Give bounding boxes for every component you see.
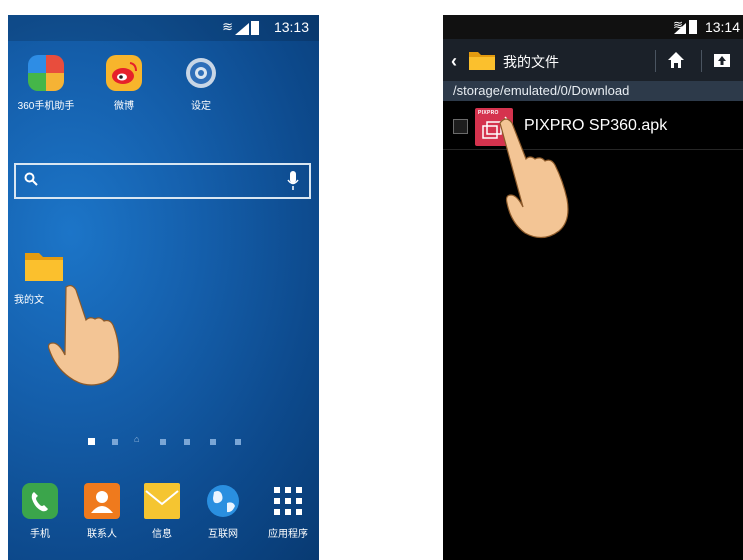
app-settings[interactable]: 设定: [171, 55, 231, 112]
app-label: 微博: [114, 101, 134, 112]
back-chevron-icon[interactable]: ‹: [451, 51, 457, 72]
app-label: 互联网: [208, 529, 238, 540]
page-dot[interactable]: [210, 439, 216, 445]
page-dot[interactable]: [160, 439, 166, 445]
dock-internet[interactable]: 互联网: [193, 483, 253, 540]
dock: 手机 联系人 信息 互联网 应用程序: [8, 477, 319, 560]
messages-icon: [144, 483, 180, 519]
dock-phone[interactable]: 手机: [10, 483, 70, 540]
app-weibo[interactable]: 微博: [94, 55, 154, 112]
list-item[interactable]: PIXPRO PIXPRO SP360.apk: [443, 103, 743, 150]
app-label: 联系人: [87, 529, 117, 540]
phone-icon: [22, 483, 58, 519]
page-dot-active[interactable]: [88, 438, 95, 445]
file-checkbox[interactable]: [453, 119, 468, 134]
dock-messages[interactable]: 信息: [132, 483, 192, 540]
breadcrumb: /storage/emulated/0/Download: [443, 81, 743, 101]
signal-icon: [235, 23, 249, 35]
app-my-files-folder[interactable]: 我的文: [14, 247, 74, 306]
app-label: 应用程序: [268, 529, 308, 540]
search-icon: [24, 172, 38, 186]
internet-globe-icon: [205, 483, 241, 519]
page-title: 我的文件: [503, 54, 559, 70]
settings-gear-icon: [183, 55, 219, 91]
divider: [701, 50, 702, 72]
status-bar: ≋ 13:13: [8, 15, 319, 41]
app-label: 信息: [152, 529, 172, 540]
weibo-icon: [106, 55, 142, 91]
app-label: 手机: [30, 529, 50, 540]
microphone-icon[interactable]: [287, 171, 299, 191]
page-dot[interactable]: [112, 439, 118, 445]
wifi-icon: ≋: [222, 19, 233, 34]
google-search-bar[interactable]: [14, 163, 311, 199]
apk-file-icon: PIXPRO: [475, 108, 513, 146]
home-icon[interactable]: [667, 51, 685, 69]
folder-icon: [469, 52, 495, 70]
app-label: 360手机助手: [17, 101, 75, 112]
divider: [655, 50, 656, 72]
home-page-icon[interactable]: ⌂: [134, 434, 139, 444]
app-360-assistant[interactable]: 360手机助手: [16, 55, 76, 112]
app-label: 设定: [191, 101, 211, 112]
page-indicator: ⌂: [84, 434, 244, 447]
status-bar: ≋ 13:14: [443, 15, 743, 39]
app-label: 我的文: [14, 295, 44, 306]
home-screen: ≋ 13:13 360手机助手 微博 设定 我的文 ⌂ 手机 联系人 信息 互联…: [8, 15, 319, 560]
file-name: PIXPRO SP360.apk: [524, 117, 668, 134]
dock-contacts[interactable]: 联系人: [72, 483, 132, 540]
file-manager-screen: ≋ 13:14 ‹ 我的文件 /storage/emulated/0/Downl…: [443, 15, 743, 560]
folder-icon: [24, 247, 64, 283]
status-time: 13:13: [273, 19, 309, 35]
apps-grid-icon: [270, 483, 306, 519]
folder-up-icon[interactable]: [713, 51, 731, 69]
contacts-icon: [84, 483, 120, 519]
action-bar: ‹ 我的文件: [443, 39, 743, 81]
page-dot[interactable]: [184, 439, 190, 445]
dock-apps[interactable]: 应用程序: [258, 483, 318, 540]
battery-icon: [689, 20, 697, 34]
360-assistant-icon: [28, 55, 64, 91]
signal-icon: [674, 23, 686, 34]
battery-icon: [251, 21, 259, 35]
status-time: 13:14: [704, 19, 740, 35]
page-dot[interactable]: [235, 439, 241, 445]
